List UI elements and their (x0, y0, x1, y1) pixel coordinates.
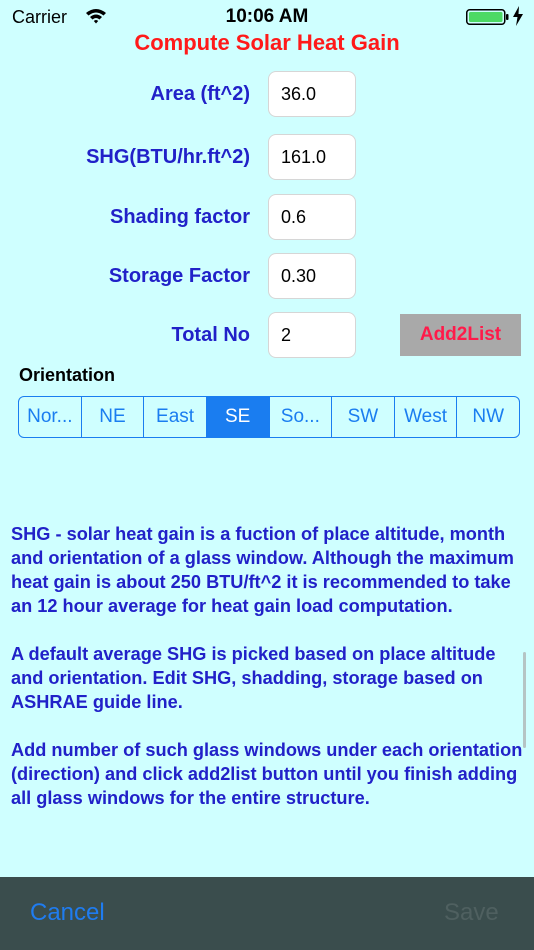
shading-factor-input[interactable] (268, 194, 356, 240)
area-input[interactable] (268, 71, 356, 117)
storage-factor-label: Storage Factor (108, 265, 250, 287)
area-label: Area (ft^2) (150, 83, 250, 105)
segment-south[interactable]: So... (270, 397, 333, 437)
orientation-segmented-control: Nor... NE East SE So... SW West NW (18, 396, 520, 438)
shg-input[interactable] (268, 134, 356, 180)
battery-icon (466, 9, 509, 25)
status-time: 10:06 AM (225, 6, 309, 27)
orientation-label: Orientation (19, 365, 116, 385)
help-paragraph-add: Add number of such glass windows under e… (11, 740, 523, 808)
status-bar: Carrier 10:06 AM (0, 0, 534, 34)
screen: Carrier 10:06 AM Compute Solar Heat Gain… (0, 0, 534, 950)
segment-sw[interactable]: SW (332, 397, 395, 437)
segment-nw[interactable]: NW (457, 397, 519, 437)
help-paragraph-default: A default average SHG is picked based on… (11, 644, 496, 712)
shg-label: SHG(BTU/hr.ft^2) (86, 146, 250, 168)
total-no-label: Total No (171, 324, 250, 346)
charging-bolt-icon (513, 6, 523, 26)
storage-factor-input[interactable] (268, 253, 356, 299)
help-paragraph-shg: SHG - solar heat gain is a fuction of pl… (11, 524, 514, 616)
help-text: SHG - solar heat gain is a fuction of pl… (11, 522, 523, 834)
segment-se[interactable]: SE (206, 397, 270, 437)
page-title: Compute Solar Heat Gain (134, 30, 400, 55)
shading-factor-label: Shading factor (109, 206, 250, 228)
segment-north[interactable]: Nor... (19, 397, 82, 437)
scroll-indicator[interactable] (523, 652, 526, 748)
add-to-list-button[interactable]: Add2List (400, 314, 521, 356)
cancel-button[interactable]: Cancel (30, 899, 105, 927)
segment-east[interactable]: East (144, 397, 207, 437)
total-no-input[interactable] (268, 312, 356, 358)
bottom-toolbar: Cancel Save (0, 877, 534, 950)
segment-ne[interactable]: NE (82, 397, 145, 437)
save-button[interactable]: Save (444, 899, 499, 927)
segment-west[interactable]: West (395, 397, 458, 437)
